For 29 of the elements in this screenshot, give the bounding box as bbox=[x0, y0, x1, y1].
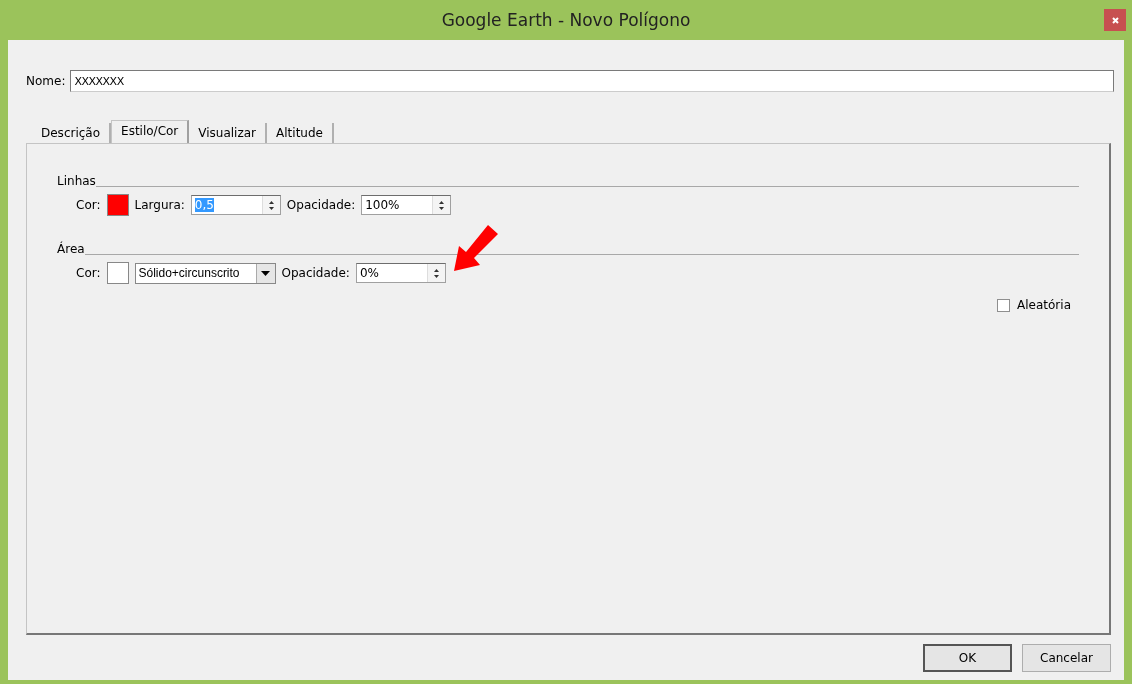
field-label: Cor: bbox=[76, 266, 101, 280]
field-label: Cor: bbox=[76, 198, 101, 212]
dropdown-arrow-icon bbox=[261, 270, 270, 276]
color-swatch[interactable] bbox=[106, 262, 129, 284]
spin-field[interactable]: 0% bbox=[355, 263, 446, 283]
section-title: Área bbox=[57, 242, 85, 256]
spin-value: 100% bbox=[365, 198, 400, 212]
dialog-button[interactable]: Cancelar bbox=[1022, 644, 1111, 672]
dialog-button[interactable]: OK bbox=[923, 644, 1012, 672]
spin-buttons[interactable] bbox=[432, 196, 451, 214]
color-swatch[interactable] bbox=[106, 194, 129, 216]
field-label: Largura: bbox=[134, 198, 185, 212]
spin-value: 0% bbox=[359, 266, 379, 280]
name-label: Nome: bbox=[26, 74, 66, 88]
spin-buttons[interactable] bbox=[426, 264, 445, 282]
annotation-arrow bbox=[454, 225, 498, 271]
field-label: Opacidade: bbox=[286, 198, 356, 212]
checkbox-label: Aleatória bbox=[1017, 298, 1071, 312]
style-dropdown[interactable]: Sólido+circunscrito bbox=[134, 262, 276, 284]
spin-buttons[interactable] bbox=[261, 196, 280, 214]
window-title: Google Earth - Novo Polígono bbox=[441, 10, 691, 30]
section-title: Linhas bbox=[57, 174, 96, 188]
close-icon bbox=[1111, 16, 1119, 24]
name-field[interactable]: XXXXXXX bbox=[70, 70, 1114, 92]
checkbox[interactable] bbox=[997, 298, 1011, 312]
close-button[interactable] bbox=[1104, 9, 1126, 31]
tab[interactable]: Estilo/Cor bbox=[111, 120, 190, 143]
spin-field[interactable]: 100% bbox=[361, 195, 452, 215]
field-label: Opacidade: bbox=[281, 266, 350, 280]
